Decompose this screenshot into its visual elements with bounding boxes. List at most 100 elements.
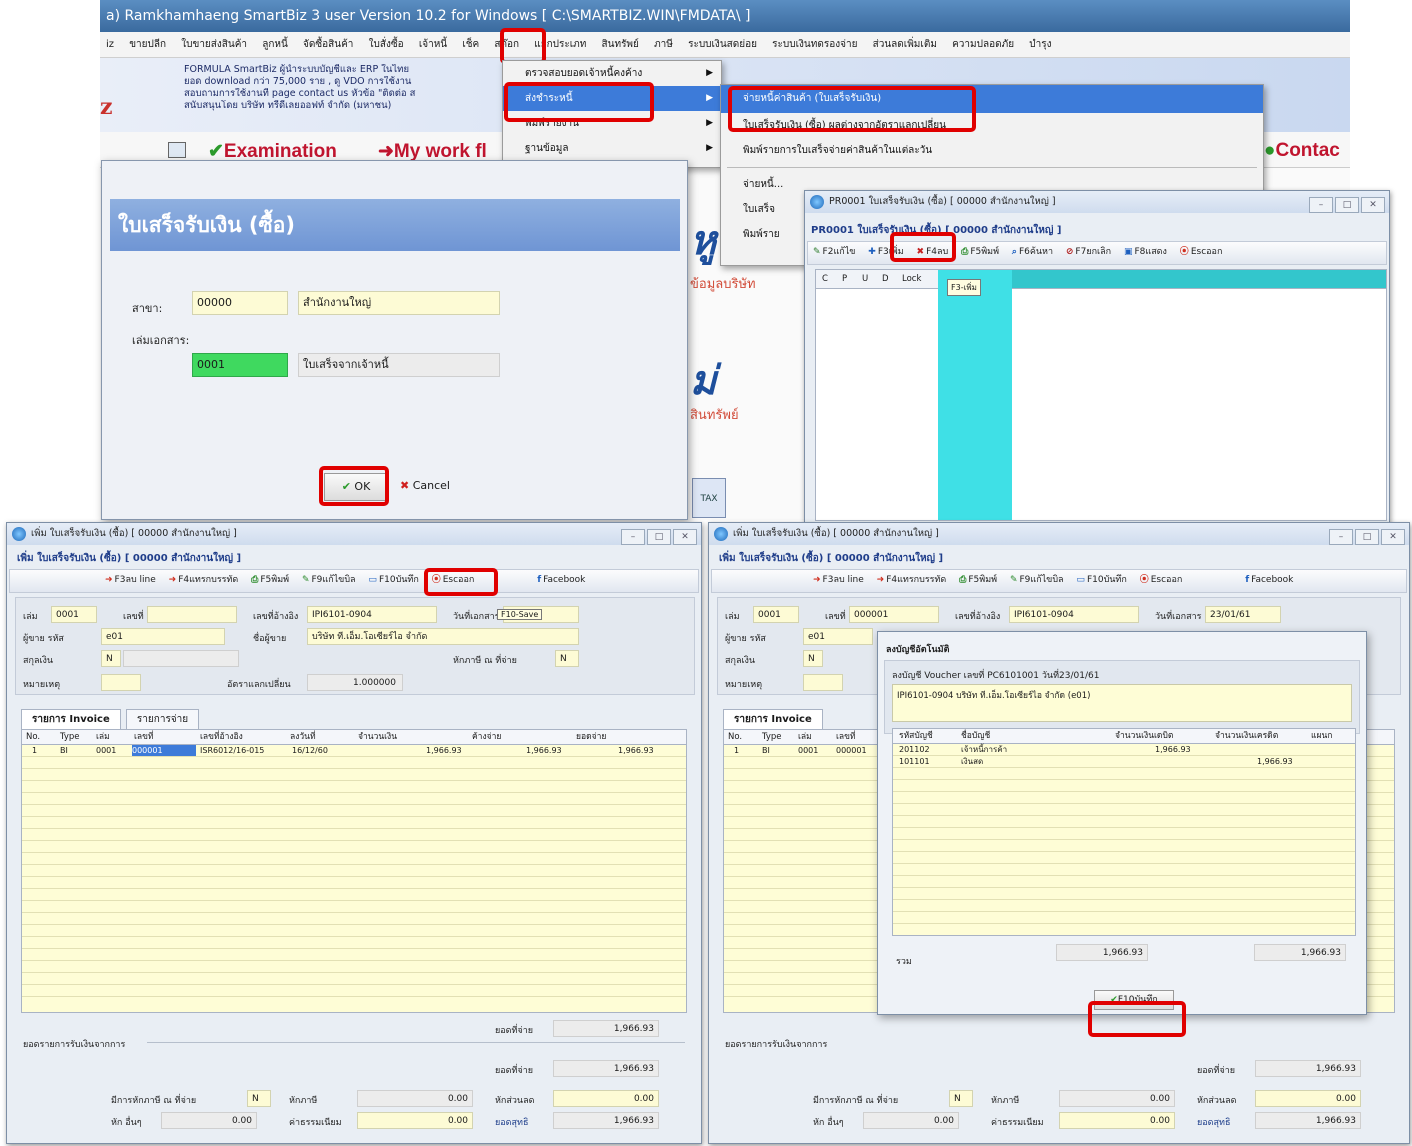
menu-check-balance[interactable]: ตรวจสอบยอดเจ้าหนี้คงค้าง ▶ (503, 61, 721, 86)
menu-item[interactable]: แยกประเภท (528, 32, 592, 58)
vendor-code-field[interactable]: e01 (803, 628, 873, 645)
print-button[interactable]: ⎙ F5พิมพ์ (954, 570, 1002, 590)
menu-item[interactable]: ขายปลีก (123, 32, 172, 58)
discount-label: หักส่วนลด (1197, 1096, 1237, 1106)
book-field[interactable]: 0001 (51, 606, 97, 623)
tab-invoice[interactable]: รายการ Invoice (21, 709, 121, 729)
exit-button[interactable]: ⦿ Escออก (1175, 242, 1228, 262)
menu-item[interactable]: ระบบเงินสดย่อย (682, 32, 763, 58)
journal-grid[interactable]: รหัสบัญชี ชื่อบัญชี จำนวนเงินเดบิต จำนวน… (892, 728, 1356, 936)
maximize-icon[interactable]: □ (1335, 197, 1359, 213)
insert-line-button[interactable]: ➜ F4แทรกบรรทัด (164, 570, 244, 590)
selected-cell[interactable]: 000001 (132, 745, 196, 756)
menu-print-report[interactable]: พิมพ์รายงาน ▶ (503, 111, 721, 136)
close-icon[interactable]: ✕ (1361, 197, 1385, 213)
currency-field[interactable]: N (101, 650, 121, 667)
ref-field[interactable]: IPI6101-0904 (1009, 606, 1139, 623)
delete-button[interactable]: ✖ F4ลบ (912, 242, 954, 262)
minimize-icon[interactable]: – (1329, 529, 1353, 545)
facebook-button[interactable]: f Facebook (532, 570, 590, 590)
table-row[interactable]: 1 BI 0001 000001 ISR6012/16-015 16/12/60… (22, 745, 686, 757)
menu-item-payables[interactable]: เจ้าหนี้ (413, 32, 453, 58)
tab-bar: รายการ Invoice รายการจ่าย (21, 709, 201, 729)
close-icon[interactable]: ✕ (673, 529, 697, 545)
menu-print-daily-receipts[interactable]: พิมพ์รายการใบเสร็จจ่ายค่าสินค้าในแต่ละวั… (721, 138, 1263, 163)
journal-save-button[interactable]: ✔F10บันทึก (1094, 990, 1174, 1010)
discount-field[interactable]: 0.00 (553, 1090, 659, 1107)
menu-item[interactable]: ภาษี (648, 32, 679, 58)
branch-code-field[interactable]: 00000 (192, 291, 288, 315)
remark-field[interactable] (101, 674, 141, 691)
search-button[interactable]: ⌕ F6ค้นหา (1007, 242, 1058, 262)
window-subtitle: เพิ่ม ใบเสร็จรับเงิน (ซื้อ) [ 00000 สำนั… (17, 553, 242, 564)
menu-pay-goods-receipt[interactable]: จ่ายหนี้ค่าสินค้า (ใบเสร็จรับเงิน) (721, 85, 1263, 113)
doc-no-field[interactable] (147, 606, 237, 623)
menu-item[interactable]: ใบสั่งซื้อ (363, 32, 410, 58)
currency-field[interactable]: N (803, 650, 823, 667)
insert-line-button[interactable]: ➜ F4แทรกบรรทัด (872, 570, 952, 590)
book-field[interactable]: 0001 (753, 606, 799, 623)
menu-item[interactable]: ส่วนลดเพิ่มเติม (867, 32, 943, 58)
menu-item[interactable]: ระบบเงินทดรองจ่าย (766, 32, 863, 58)
menu-item[interactable]: เช็ค (456, 32, 485, 58)
menu-receipt-exchange-diff[interactable]: ใบเสร็จรับเงิน (ซื้อ) ผลต่างจากอัตราแลกเ… (721, 113, 1263, 138)
fee-field[interactable]: 0.00 (357, 1112, 473, 1129)
remark-field[interactable] (803, 674, 843, 691)
wht-field[interactable]: N (555, 650, 579, 667)
minimize-icon[interactable]: – (621, 529, 645, 545)
date-field[interactable]: 23/01/61 (1205, 606, 1281, 623)
exit-button[interactable]: ⦿ Escออก (1135, 570, 1188, 590)
cancel-button[interactable]: ✖ Cancel (400, 473, 482, 501)
edit-bill-button[interactable]: ✎ F9แก้ไขบิล (297, 570, 361, 590)
col-d: D (882, 274, 889, 284)
print-button[interactable]: ⎙ F5พิมพ์ (956, 242, 1004, 262)
menu-item[interactable]: ความปลอดภัย (946, 32, 1020, 58)
tab-payment[interactable]: รายการจ่าย (125, 709, 200, 729)
ref-field[interactable]: IPI6101-0904 (307, 606, 437, 623)
ok-button[interactable]: ✔ OK (324, 473, 388, 501)
image-icon[interactable] (168, 142, 186, 158)
edit-bill-button[interactable]: ✎ F9แก้ไขบิล (1005, 570, 1069, 590)
wht-label: หักภาษี ณ ที่จ่าย (453, 656, 517, 666)
print-button[interactable]: ⎙ F5พิมพ์ (246, 570, 294, 590)
delete-line-button[interactable]: ➜ F3ลบ line (808, 570, 869, 590)
vat-flag-field[interactable]: N (949, 1090, 973, 1107)
menu-item[interactable]: ใบขายส่งสินค้า (175, 32, 253, 58)
void-button[interactable]: ⊘ F7ยกเลิก (1061, 242, 1116, 262)
menu-item[interactable]: ลูกหนี้ (256, 32, 294, 58)
discount-field[interactable]: 0.00 (1255, 1090, 1361, 1107)
save-button[interactable]: ▭ F10บันทึก (1071, 570, 1131, 590)
tab-invoice[interactable]: รายการ Invoice (723, 709, 823, 729)
menu-item[interactable]: สินทรัพย์ (596, 32, 645, 58)
vat-flag-field[interactable]: N (247, 1090, 271, 1107)
menu-item[interactable]: จัดซื้อสินค้า (297, 32, 359, 58)
menu-database[interactable]: ฐานข้อมูล ▶ (503, 136, 721, 161)
menu-pay-debt[interactable]: ส่งชำระหนี้ ▶ (503, 86, 721, 111)
menu-item[interactable]: บำรุง (1023, 32, 1057, 58)
main-window-title: a) Ramkhamhaeng SmartBiz 3 user Version … (100, 0, 1350, 32)
edit-button[interactable]: ✎ F2แก้ไข (808, 242, 860, 262)
menu-item[interactable]: สต๊อก (488, 32, 525, 58)
vendor-code-field[interactable]: e01 (101, 628, 225, 645)
contact-link[interactable]: ●Contac (1264, 140, 1340, 162)
add-button[interactable]: ✚ F3เพิ่ม (863, 242, 908, 262)
fee-field[interactable]: 0.00 (1059, 1112, 1175, 1129)
menu-item[interactable]: iz (100, 32, 120, 58)
doc-no-field[interactable]: 000001 (849, 606, 939, 623)
journal-row[interactable]: 201102 เจ้าหนี้การค้า 1,966.93 (893, 744, 1355, 756)
journal-row[interactable]: 101101 เงินสด 1,966.93 (893, 756, 1355, 768)
save-button[interactable]: ▭ F10บันทึก (363, 570, 423, 590)
maximize-icon[interactable]: □ (647, 529, 671, 545)
show-button[interactable]: ▣ F8แสดง (1119, 242, 1172, 262)
minimize-icon[interactable]: – (1309, 197, 1333, 213)
maximize-icon[interactable]: □ (1355, 529, 1379, 545)
close-icon[interactable]: ✕ (1381, 529, 1405, 545)
invoice-grid[interactable]: No. Type เล่ม เลขที่ เลขที่อ้างอิง ลงวัน… (21, 729, 687, 1013)
facebook-button[interactable]: f Facebook (1240, 570, 1298, 590)
delete-line-button[interactable]: ➜ F3ลบ line (100, 570, 161, 590)
book-code-field[interactable]: 0001 (192, 353, 288, 377)
receipt-list-grid[interactable]: C P U D Lock (815, 269, 1387, 521)
window-subtitle: PR0001 ใบเสร็จรับเงิน (ซื้อ) [ 00000 สำน… (811, 225, 1062, 236)
add-receipt-window: เพิ่ม ใบเสร็จรับเงิน (ซื้อ) [ 00000 สำนั… (6, 522, 702, 1144)
exit-button[interactable]: ⦿ Escออก (427, 570, 480, 590)
